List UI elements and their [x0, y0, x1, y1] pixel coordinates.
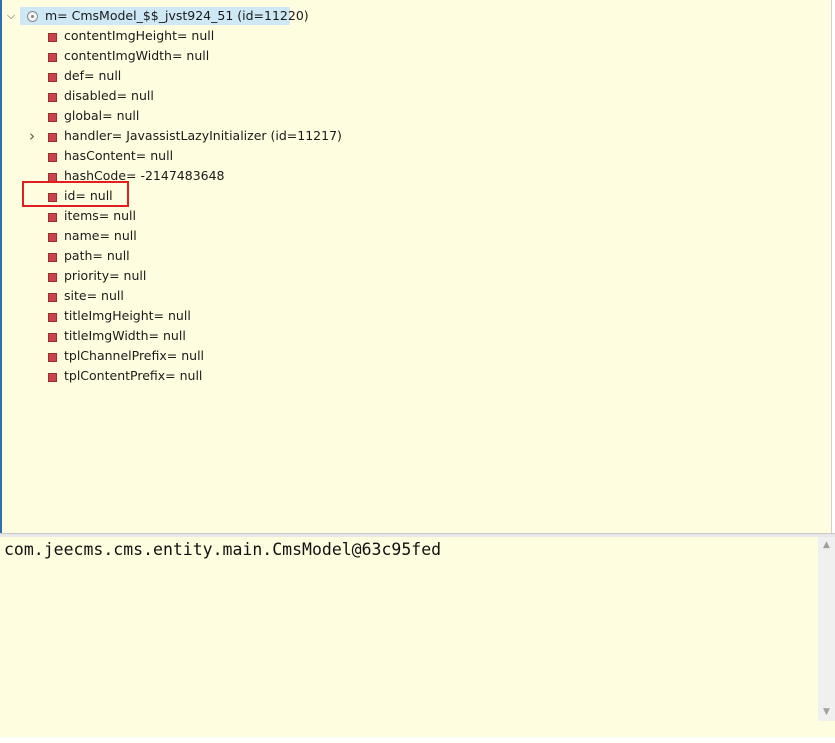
tree-item[interactable]: name= null: [0, 226, 835, 246]
tree-item-label: tplContentPrefix= null: [64, 368, 203, 383]
private-field-icon: [48, 93, 57, 102]
detail-pane[interactable]: com.jeecms.cms.entity.main.CmsModel@63c9…: [0, 537, 835, 737]
variables-tree[interactable]: ⌵ m= CmsModel_$$_jvst924_51 (id=11220) c…: [0, 0, 835, 533]
tree-item[interactable]: global= null: [0, 106, 835, 126]
scroll-down-icon[interactable]: ▼: [818, 704, 835, 721]
private-field-icon: [48, 133, 57, 142]
tree-item[interactable]: titleImgHeight= null: [0, 306, 835, 326]
scroll-up-icon[interactable]: ▲: [818, 537, 835, 554]
tree-root-row[interactable]: ⌵ m= CmsModel_$$_jvst924_51 (id=11220): [0, 6, 835, 26]
private-field-icon: [48, 153, 57, 162]
tree-item[interactable]: disabled= null: [0, 86, 835, 106]
tree-item[interactable]: › handler= JavassistLazyInitializer (id=1…: [0, 126, 835, 146]
tree-item[interactable]: tplChannelPrefix= null: [0, 346, 835, 366]
private-field-icon: [48, 333, 57, 342]
chevron-right-icon[interactable]: ›: [27, 129, 37, 144]
tree-item-label: handler= JavassistLazyInitializer (id=11…: [64, 128, 342, 143]
tree-item-label: titleImgHeight= null: [64, 308, 191, 323]
tree-item-label: name= null: [64, 228, 137, 243]
tree-item[interactable]: path= null: [0, 246, 835, 266]
tree-item-label: def= null: [64, 68, 122, 83]
private-field-icon: [48, 373, 57, 382]
tree-item-label: contentImgHeight= null: [64, 28, 215, 43]
private-field-icon: [48, 273, 57, 282]
private-field-icon: [48, 293, 57, 302]
private-field-icon: [48, 73, 57, 82]
detail-value-text[interactable]: com.jeecms.cms.entity.main.CmsModel@63c9…: [4, 540, 441, 559]
private-field-icon: [48, 53, 57, 62]
tree-item-label: hasContent= null: [64, 148, 174, 163]
tree-item-label: items= null: [64, 208, 136, 223]
tree-item-label: contentImgWidth= null: [64, 48, 210, 63]
private-field-icon: [48, 33, 57, 42]
tree-scrollbar[interactable]: [831, 0, 835, 533]
tree-item[interactable]: site= null: [0, 286, 835, 306]
tree-item-label: tplChannelPrefix= null: [64, 348, 205, 363]
tree-item[interactable]: hasContent= null: [0, 146, 835, 166]
tree-item[interactable]: items= null: [0, 206, 835, 226]
object-icon: [27, 11, 38, 22]
tree-item-label: global= null: [64, 108, 140, 123]
tree-item[interactable]: priority= null: [0, 266, 835, 286]
tree-item[interactable]: contentImgWidth= null: [0, 46, 835, 66]
annotation-highlight-box: [22, 181, 129, 207]
private-field-icon: [48, 253, 57, 262]
tree-item-label: priority= null: [64, 268, 147, 283]
tree-item-label: path= null: [64, 248, 130, 263]
tree-item-label: titleImgWidth= null: [64, 328, 186, 343]
tree-item-label: site= null: [64, 288, 124, 303]
tree-item[interactable]: tplContentPrefix= null: [0, 366, 835, 386]
private-field-icon: [48, 233, 57, 242]
private-field-icon: [48, 353, 57, 362]
editor-peek-strip: [0, 737, 835, 743]
tree-item[interactable]: titleImgWidth= null: [0, 326, 835, 346]
tree-item[interactable]: def= null: [0, 66, 835, 86]
private-field-icon: [48, 213, 57, 222]
private-field-icon: [48, 113, 57, 122]
chevron-down-icon[interactable]: ⌵: [6, 10, 16, 21]
private-field-icon: [48, 313, 57, 322]
tree-item-label: disabled= null: [64, 88, 154, 103]
detail-scrollbar[interactable]: ▲ ▼: [818, 537, 835, 721]
tree-item[interactable]: contentImgHeight= null: [0, 26, 835, 46]
tree-root-label: m= CmsModel_$$_jvst924_51 (id=11220): [45, 8, 309, 23]
